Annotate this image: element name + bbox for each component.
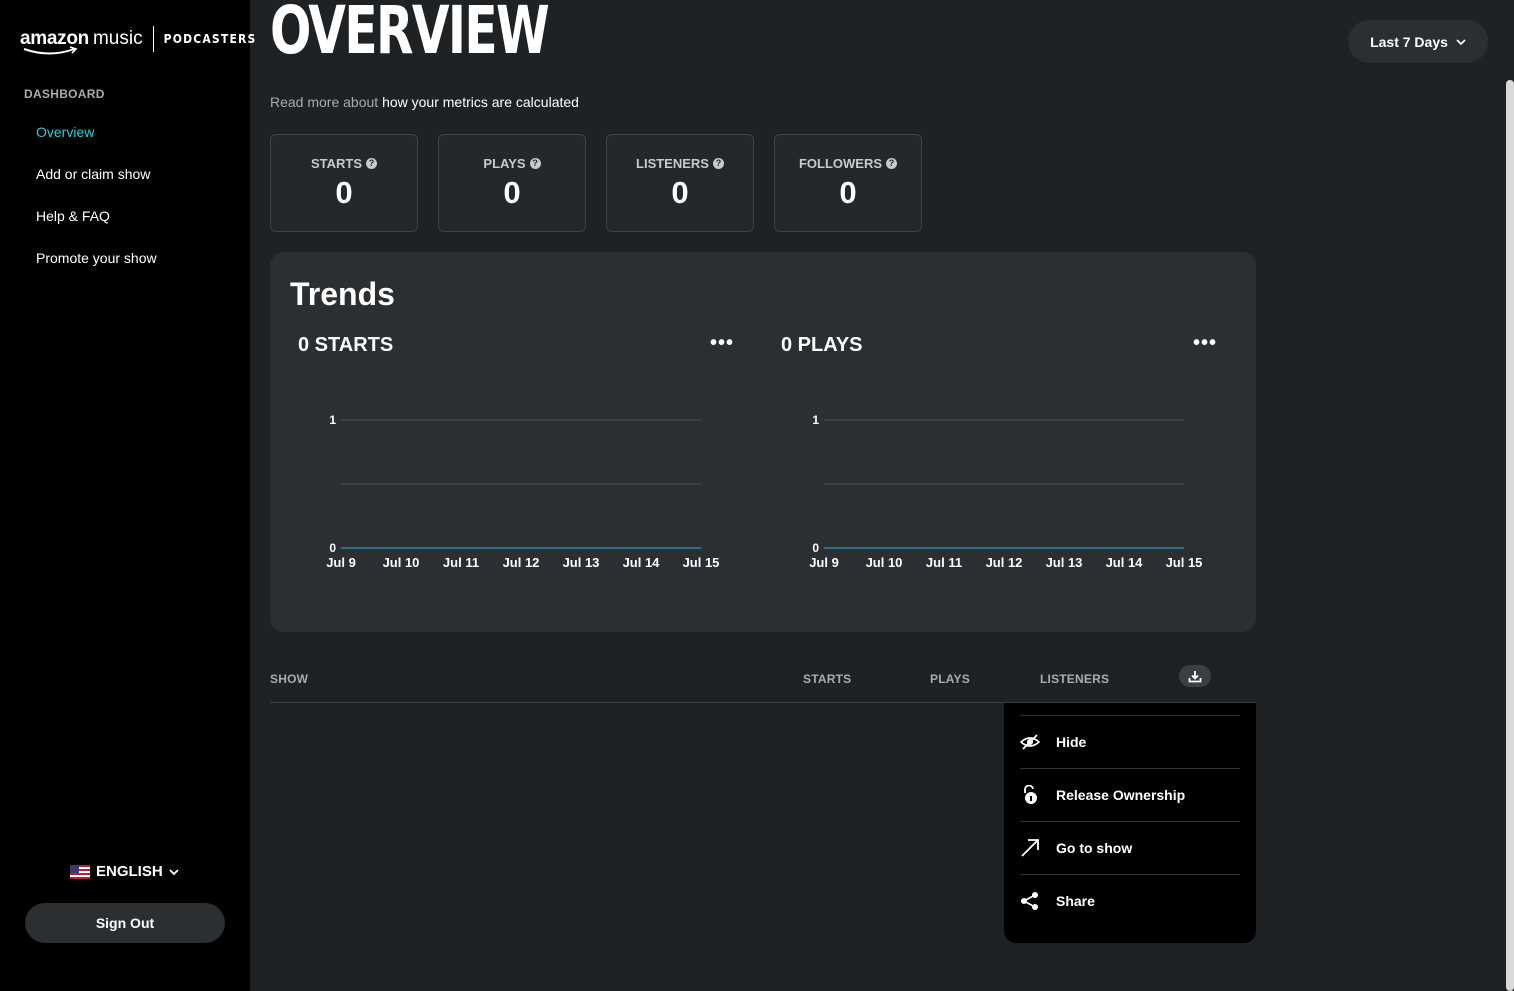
- stat-card-listeners: LISTENERS? 0: [606, 134, 754, 232]
- logo-sub: PODCASTERS: [163, 32, 257, 46]
- data-point: [1063, 547, 1065, 549]
- language-label: ENGLISH: [96, 863, 163, 880]
- x-tick-label: Jul 9: [809, 555, 839, 570]
- eye-off-icon: [1020, 732, 1040, 752]
- sign-out-button[interactable]: Sign Out: [25, 903, 225, 943]
- stat-value: 0: [671, 175, 689, 210]
- unlock-icon: [1020, 785, 1040, 805]
- menu-item-release-ownership[interactable]: Release Ownership: [1020, 769, 1240, 821]
- plays-line-chart: 1 0Jul 9 Jul 10 Jul 11 Jul 12 Jul 13 Jul 14 Jul…: [809, 413, 1203, 570]
- data-point: [640, 547, 642, 549]
- data-point: [400, 547, 402, 549]
- trends-title: Trends: [290, 276, 395, 312]
- download-icon: [1188, 670, 1202, 682]
- x-tick-label: Jul 14: [1106, 555, 1144, 570]
- stat-value: 0: [503, 175, 521, 210]
- data-point: [460, 547, 462, 549]
- arrow-up-right-icon: [1020, 838, 1040, 858]
- amazon-music-podcasters-logo[interactable]: amazon music PODCASTERS: [20, 24, 257, 55]
- y-tick-label: 1: [329, 413, 336, 427]
- amazon-smile-icon: [23, 46, 78, 55]
- language-selector[interactable]: ENGLISH: [70, 863, 179, 880]
- stat-label: STARTS: [310, 156, 363, 171]
- sidebar-item-help-faq[interactable]: Help & FAQ: [36, 208, 110, 224]
- y-tick-label: 0: [329, 541, 336, 555]
- metrics-calculation-link[interactable]: how your metrics are calculated: [382, 94, 579, 110]
- stat-card-followers: FOLLOWERS? 0: [774, 134, 922, 232]
- data-point: [883, 547, 885, 549]
- stat-label: FOLLOWERS: [798, 156, 883, 171]
- x-tick-label: Jul 13: [1046, 555, 1083, 570]
- chevron-down-icon: [169, 868, 179, 875]
- dashboard-section-label: DASHBOARD: [24, 87, 105, 101]
- sidebar-item-add-or-claim-show[interactable]: Add or claim show: [36, 166, 150, 182]
- x-tick-label: Jul 11: [443, 555, 479, 570]
- logo-product: music: [92, 28, 143, 49]
- x-tick-label: Jul 13: [563, 555, 600, 570]
- x-tick-label: Jul 12: [503, 555, 540, 570]
- chart-title-plays: 0 PLAYS: [781, 334, 863, 356]
- x-tick-label: Jul 15: [683, 555, 720, 570]
- sidebar-item-overview[interactable]: Overview: [36, 124, 94, 140]
- stat-card-plays: PLAYS? 0: [438, 134, 586, 232]
- data-point: [1003, 547, 1005, 549]
- page-title: OVERVIEW: [270, 0, 550, 69]
- menu-item-label: Release Ownership: [1056, 787, 1186, 803]
- y-tick-label: 1: [812, 413, 819, 427]
- read-more-prefix: Read more about: [270, 94, 379, 110]
- stat-card-starts: STARTS? 0: [270, 134, 418, 232]
- chart-title-starts: 0 STARTS: [298, 334, 394, 356]
- share-icon: [1020, 891, 1040, 911]
- stat-label: LISTENERS: [636, 156, 709, 171]
- data-point: [943, 547, 945, 549]
- trends-panel: Trends 0 STARTS ••• 1 0 Jul 9 Jul 10 Jul 11 J…: [270, 252, 1256, 632]
- more-options-icon[interactable]: •••: [1193, 332, 1217, 355]
- starts-line-chart: 1 0Jul 9 Jul 10 Jul 11 Jul 12 Jul 13 Jul 14 Jul…: [326, 413, 720, 570]
- x-tick-label: Jul 10: [866, 555, 903, 570]
- menu-item-label: Share: [1056, 893, 1095, 909]
- metrics-info-text: Read more about how your metrics are cal…: [270, 94, 579, 110]
- x-tick-label: Jul 15: [1166, 555, 1203, 570]
- menu-item-share[interactable]: Share: [1020, 875, 1240, 927]
- help-icon[interactable]: ?: [366, 158, 378, 169]
- column-header-starts[interactable]: STARTS: [803, 672, 851, 686]
- stat-value: 0: [839, 175, 857, 210]
- scrollbar[interactable]: [1506, 80, 1514, 991]
- more-options-icon[interactable]: •••: [710, 332, 734, 355]
- x-tick-label: Jul 12: [986, 555, 1023, 570]
- sidebar: amazon music PODCASTERS DASHBOARD Overvi…: [0, 0, 255, 991]
- chevron-down-icon: [1456, 38, 1466, 45]
- sidebar-item-promote-your-show[interactable]: Promote your show: [36, 250, 157, 266]
- data-point: [700, 547, 702, 549]
- x-tick-label: Jul 10: [383, 555, 420, 570]
- stat-value: 0: [335, 175, 353, 210]
- logo-divider: [152, 26, 154, 52]
- us-flag-icon: [70, 864, 90, 879]
- help-icon[interactable]: ?: [529, 158, 541, 169]
- data-point: [580, 547, 582, 549]
- menu-item-go-to-show[interactable]: Go to show: [1020, 822, 1240, 874]
- menu-item-label: Hide: [1056, 734, 1087, 750]
- menu-item-label: Go to show: [1056, 840, 1133, 856]
- column-header-plays[interactable]: PLAYS: [930, 672, 970, 686]
- data-point: [1123, 547, 1125, 549]
- x-tick-label: Jul 11: [926, 555, 962, 570]
- column-header-show[interactable]: SHOW: [270, 672, 308, 686]
- help-icon[interactable]: ?: [712, 158, 724, 169]
- help-icon[interactable]: ?: [886, 158, 898, 169]
- data-point: [1183, 547, 1185, 549]
- stat-label: PLAYS: [483, 156, 526, 171]
- data-point: [823, 547, 825, 549]
- x-tick-label: Jul 9: [326, 555, 356, 570]
- download-button[interactable]: [1179, 665, 1211, 687]
- column-header-listeners[interactable]: LISTENERS: [1040, 672, 1109, 686]
- data-point: [520, 547, 522, 549]
- x-tick-label: Jul 14: [623, 555, 661, 570]
- menu-item-hide[interactable]: Hide: [1020, 716, 1240, 768]
- show-actions-menu: Hide Release Ownership Go to show Share: [1004, 703, 1256, 943]
- data-point: [340, 547, 342, 549]
- date-range-dropdown[interactable]: Last 7 Days: [1348, 20, 1488, 63]
- date-range-label: Last 7 Days: [1370, 33, 1448, 50]
- y-tick-label: 0: [812, 541, 819, 555]
